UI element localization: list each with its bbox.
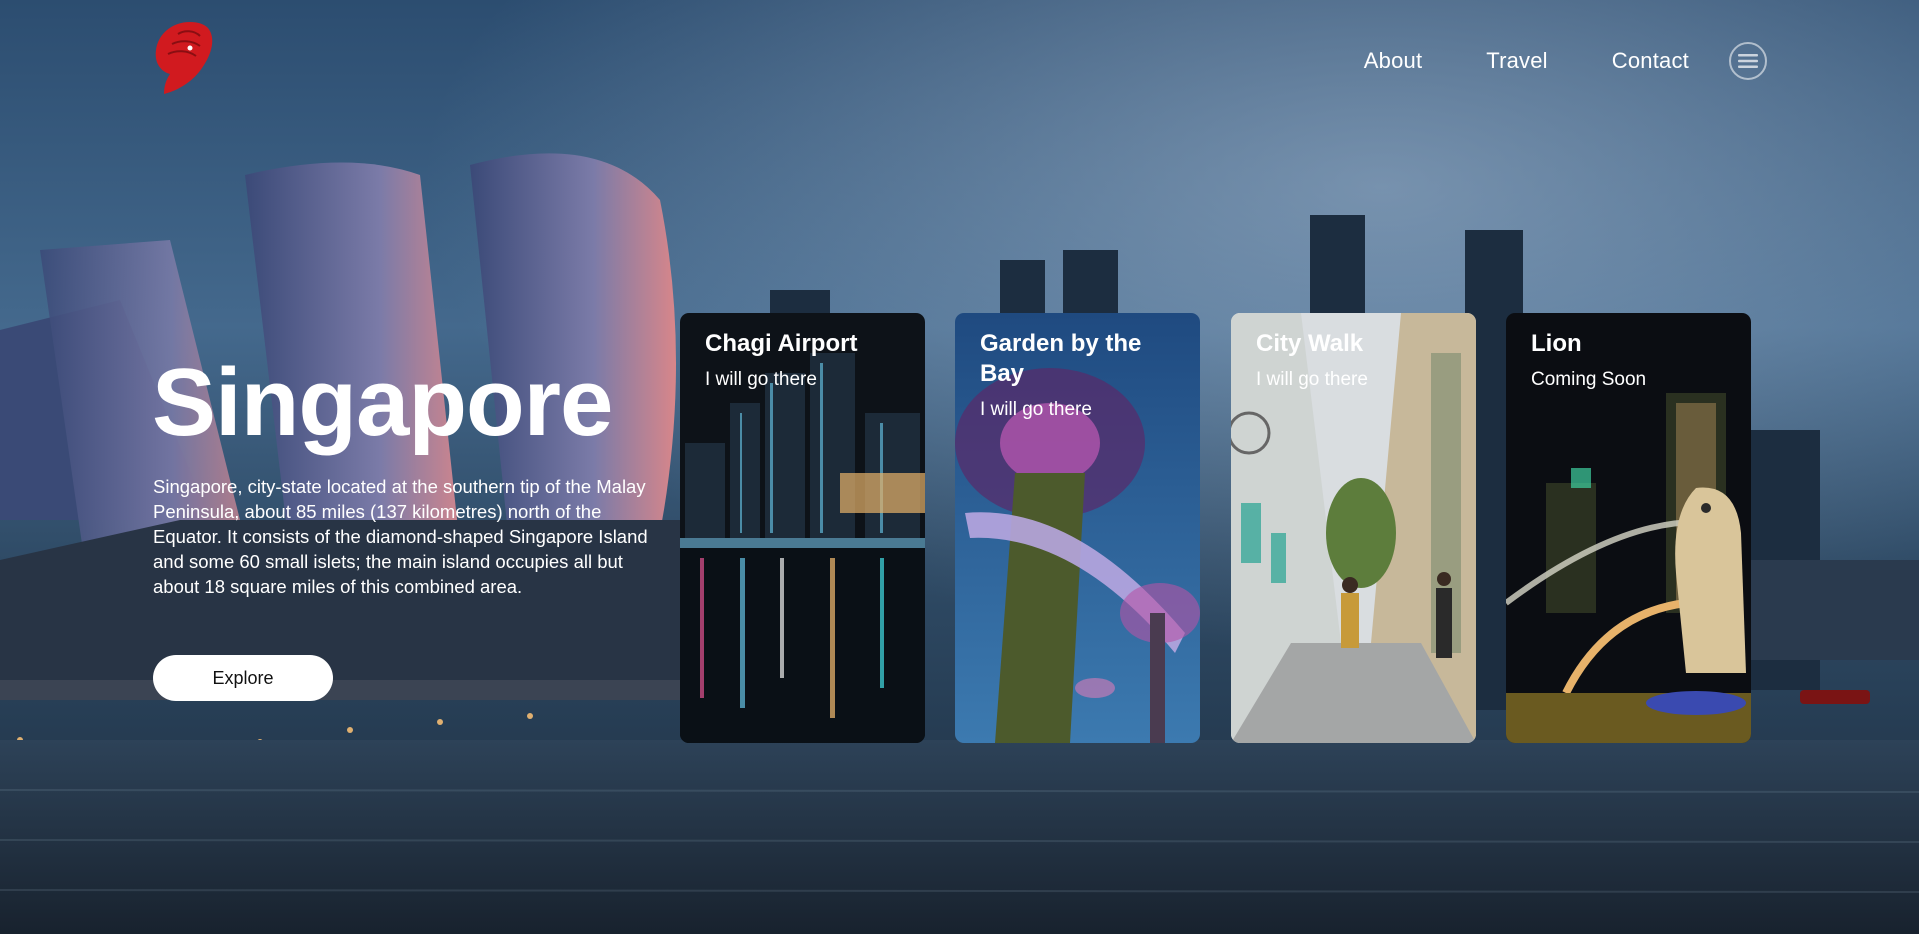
hero-description: Singapore, city-state located at the sou… [153, 476, 648, 597]
card-title: Garden by the Bay [980, 330, 1142, 387]
explore-button[interactable]: Explore [153, 655, 333, 701]
card-title: City Walk [1256, 330, 1364, 357]
card-city-walk[interactable]: City Walk I will go there [1231, 313, 1476, 743]
hamburger-circle-icon[interactable] [1729, 42, 1767, 80]
menu-lines-icon [1738, 54, 1758, 68]
nav-about[interactable]: About [1364, 48, 1423, 74]
card-title: Chagi Airport [705, 330, 858, 357]
nav-travel[interactable]: Travel [1486, 48, 1548, 74]
hero-title: Singapore [152, 349, 613, 456]
card-title: Lion [1531, 330, 1582, 357]
card-lion[interactable]: Lion Coming Soon [1506, 313, 1751, 743]
card-subtitle: Coming Soon [1531, 369, 1647, 390]
merlion-logo[interactable] [150, 20, 220, 96]
card-subtitle: I will go there [1256, 369, 1368, 390]
card-chagi-airport[interactable]: Chagi Airport I will go there [680, 313, 925, 743]
card-subtitle: I will go there [705, 369, 817, 390]
card-garden-by-the-bay[interactable]: Garden by the Bay I will go there [955, 313, 1200, 743]
card-subtitle: I will go there [980, 399, 1092, 420]
nav-contact[interactable]: Contact [1612, 48, 1689, 74]
top-nav: About Travel Contact [1300, 42, 1767, 80]
